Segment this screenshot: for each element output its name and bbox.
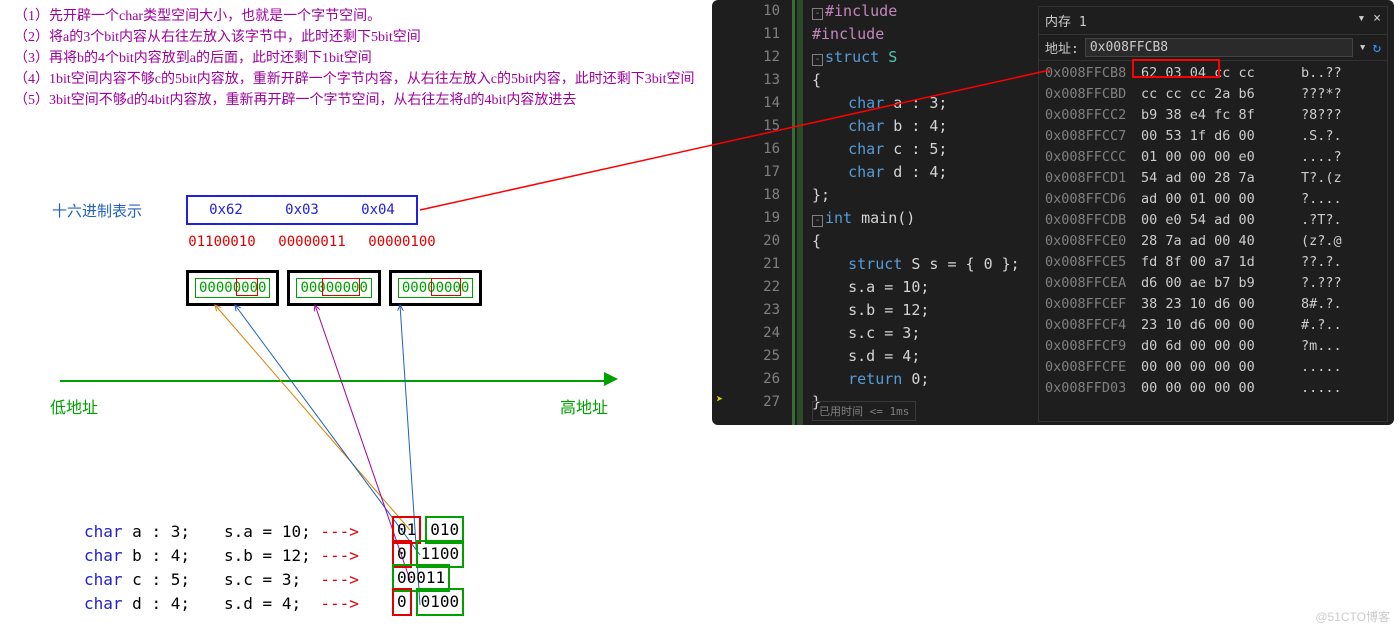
assignments: s.a = 10; ---> s.b = 12; ---> s.c = 3; -… xyxy=(224,520,359,616)
bit-results: 01010 01100 00011 00100 xyxy=(392,518,464,614)
watermark: @51CTO博客 xyxy=(1315,608,1390,625)
high-address-label: 高地址 xyxy=(560,394,608,418)
address-arrow xyxy=(60,380,610,382)
declarations: char a : 3; char b : 4; char c : 5; char… xyxy=(84,520,190,616)
status-bar: 已用时间 <= 1ms xyxy=(812,401,916,421)
red-connector xyxy=(0,0,1400,300)
low-address-label: 低地址 xyxy=(50,394,98,418)
arrow-head-icon xyxy=(604,372,618,386)
breakpoint-arrow-icon: ➤ xyxy=(716,392,723,406)
